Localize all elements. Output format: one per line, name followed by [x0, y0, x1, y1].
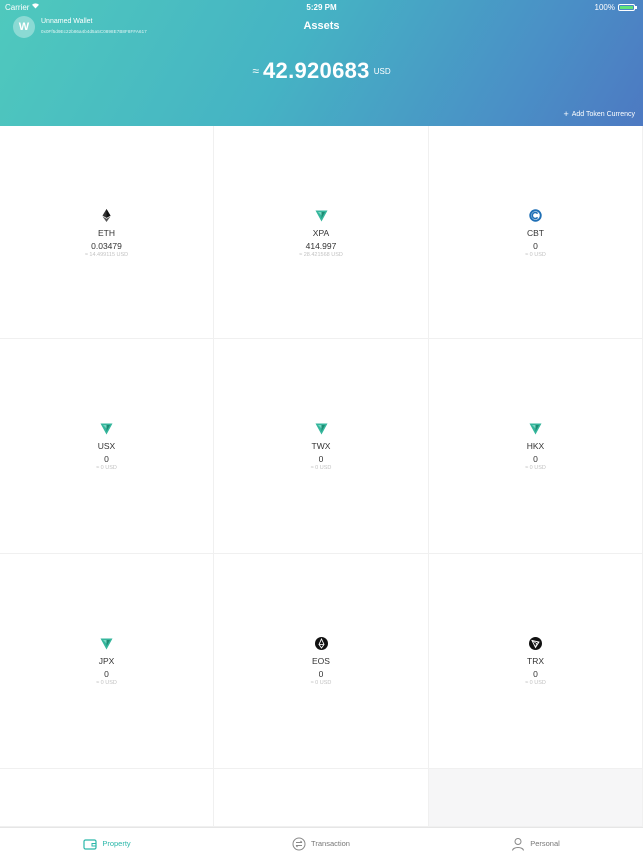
- token-balance: 0: [533, 669, 538, 679]
- token-grid: ETH 0.03479 ≈ 14.499115 USD XPA 414.997 ≈ 28.…: [0, 126, 643, 827]
- token-cell-eth[interactable]: ETH 0.03479 ≈ 14.499115 USD: [0, 126, 214, 339]
- xpa-icon: [0, 422, 213, 435]
- battery-icon: [618, 4, 637, 11]
- token-usd-value: ≈ 28.421568 USD: [299, 252, 343, 258]
- token-cell-twx[interactable]: TWX 0 ≈ 0 USD: [214, 339, 429, 554]
- token-cell-eos[interactable]: EOS 0 ≈ 0 USD: [214, 554, 429, 769]
- empty-cell: [0, 769, 214, 827]
- transfer-icon: [292, 837, 306, 850]
- token-balance: 0.03479: [91, 241, 122, 251]
- token-usd-value: ≈ 0 USD: [310, 465, 332, 471]
- token-symbol: CBT: [527, 228, 544, 238]
- cbt-icon: [429, 209, 642, 222]
- tab-transaction-label: Transaction: [311, 839, 350, 848]
- status-time: 5:29 PM: [306, 3, 337, 12]
- empty-cell: [429, 769, 643, 827]
- token-usd-value: ≈ 0 USD: [525, 680, 546, 686]
- approx-sign: ≈: [252, 64, 259, 78]
- token-usd-value: ≈ 0 USD: [310, 680, 332, 686]
- token-balance: 414.997: [305, 241, 337, 251]
- wallet-icon: [83, 838, 97, 850]
- token-cell-xpa[interactable]: XPA 414.997 ≈ 28.421568 USD: [214, 126, 429, 339]
- xpa-icon: [429, 422, 642, 435]
- assets-header: Carrier 5:29 PM 100% W Unnamed Wallet 0x…: [0, 0, 643, 126]
- tab-property[interactable]: Property: [0, 828, 214, 858]
- token-symbol: JPX: [98, 656, 115, 666]
- empty-cell: [214, 769, 429, 827]
- token-symbol: XPA: [312, 228, 330, 238]
- token-cell-trx[interactable]: TRX 0 ≈ 0 USD: [429, 554, 643, 769]
- xpa-icon: [214, 209, 428, 222]
- tab-personal[interactable]: Personal: [428, 828, 643, 858]
- token-cell-usx[interactable]: USX 0 ≈ 0 USD: [0, 339, 214, 554]
- xpa-icon: [0, 637, 213, 650]
- add-token-button[interactable]: + Add Token Currency: [563, 109, 635, 119]
- token-symbol: ETH: [98, 228, 115, 238]
- token-symbol: USX: [97, 441, 116, 451]
- ethereum-icon: [0, 209, 213, 222]
- token-usd-value: ≈ 0 USD: [96, 680, 117, 686]
- total-amount: 42.920683: [263, 58, 370, 83]
- token-balance: 0: [104, 669, 109, 679]
- token-cell-jpx[interactable]: JPX 0 ≈ 0 USD: [0, 554, 214, 769]
- page-title: Assets: [303, 20, 340, 32]
- token-balance: 0: [104, 454, 109, 464]
- tab-bar: Property Transaction Personal: [0, 827, 643, 858]
- xpa-icon: [214, 422, 428, 435]
- total-currency: USD: [373, 66, 391, 76]
- token-usd-value: ≈ 0 USD: [525, 465, 546, 471]
- total-balance: ≈42.920683 USD: [0, 58, 643, 84]
- token-balance: 0: [318, 454, 324, 464]
- plus-icon: +: [563, 109, 569, 119]
- token-usd-value: ≈ 0 USD: [525, 252, 546, 258]
- tab-property-label: Property: [102, 839, 131, 848]
- tron-icon: [429, 637, 642, 650]
- token-cell-cbt[interactable]: CBT 0 ≈ 0 USD: [429, 126, 643, 339]
- token-balance: 0: [318, 669, 324, 679]
- token-balance: 0: [533, 454, 538, 464]
- add-token-label: Add Token Currency: [571, 111, 635, 118]
- person-icon: [512, 837, 525, 851]
- eos-icon: [214, 637, 428, 650]
- token-usd-value: ≈ 14.499115 USD: [84, 252, 129, 258]
- token-symbol: EOS: [312, 656, 330, 666]
- battery-percent: 100%: [594, 3, 615, 12]
- token-cell-hkx[interactable]: HKX 0 ≈ 0 USD: [429, 339, 643, 554]
- status-bar: Carrier 5:29 PM 100%: [0, 0, 643, 14]
- token-symbol: TRX: [527, 656, 544, 666]
- token-symbol: TWX: [311, 441, 331, 451]
- token-balance: 0: [533, 241, 538, 251]
- tab-personal-label: Personal: [530, 839, 560, 848]
- token-usd-value: ≈ 0 USD: [96, 465, 117, 471]
- token-symbol: HKX: [526, 441, 545, 451]
- tab-transaction[interactable]: Transaction: [214, 828, 428, 858]
